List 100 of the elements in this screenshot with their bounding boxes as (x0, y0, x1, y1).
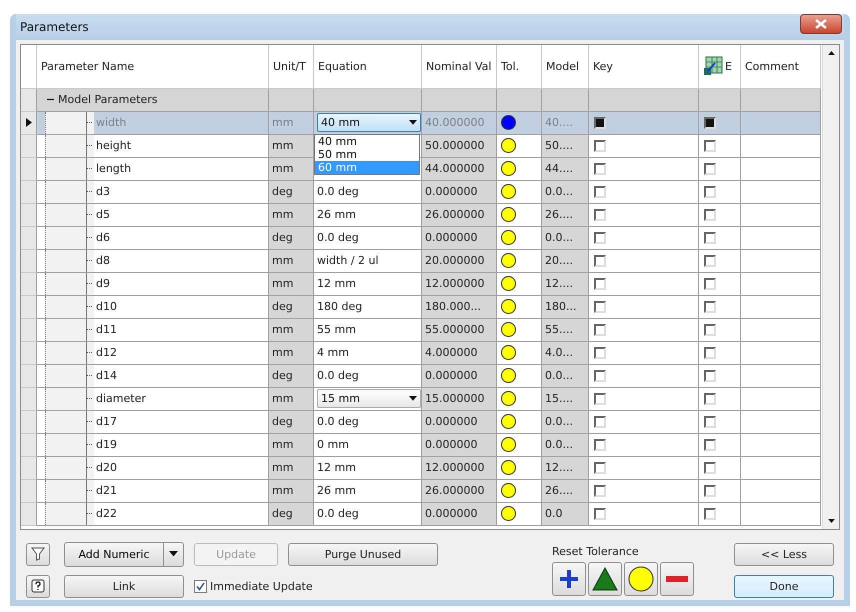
model-value-cell: 44.... (542, 158, 589, 180)
parameter-name-cell[interactable]: d6 (37, 226, 269, 250)
model-value-cell: 26.... (542, 204, 589, 226)
model-value-cell: 50.... (542, 134, 589, 158)
nominal-value-cell: 0.000000 (422, 502, 497, 526)
group-row: Model Parameters (37, 88, 269, 112)
parameter-name-cell[interactable]: length (37, 158, 269, 180)
add-numeric-label[interactable]: Add Numeric (65, 542, 163, 566)
parameter-name-cell[interactable]: d17 (37, 410, 269, 434)
nominal-value-cell: 12.000000 (422, 272, 497, 296)
nominal-value-cell: 4.000000 (422, 342, 497, 364)
equation-cell[interactable]: 55 mm (314, 318, 422, 342)
unit-cell: mm (269, 388, 314, 410)
unit-cell: deg (269, 180, 314, 204)
parameter-name-cell[interactable]: d11 (37, 318, 269, 342)
unit-cell: mm (269, 456, 314, 480)
equation-cell[interactable]: width / 2 ul (314, 250, 422, 272)
equation-cell[interactable]: 0.0 deg (314, 410, 422, 434)
column-header[interactable]: Tol. (497, 44, 542, 88)
model-value-cell: 26.... (542, 480, 589, 502)
equation-cell[interactable]: 12 mm (314, 456, 422, 480)
model-value-cell: 0.0... (542, 180, 589, 204)
equation-cell[interactable]: 0 mm (314, 434, 422, 456)
nominal-value-cell: 0.000000 (422, 434, 497, 456)
nominal-value-cell: 15.000000 (422, 388, 497, 410)
nominal-value-cell: 0.000000 (422, 410, 497, 434)
nominal-value-cell: 180.000... (422, 296, 497, 318)
unit-cell: mm (269, 480, 314, 502)
nominal-value-cell: 0.000000 (422, 364, 497, 388)
immediate-update-checkbox[interactable]: Immediate Update (194, 580, 438, 592)
model-value-cell: 15.... (542, 388, 589, 410)
model-value-cell: 0.0... (542, 434, 589, 456)
nominal-value-cell: 55.000000 (422, 318, 497, 342)
model-value-cell: 0.0... (542, 410, 589, 434)
equation-cell[interactable]: 4 mm (314, 342, 422, 364)
nominal-value-cell: 40.000000 (422, 112, 497, 134)
unit-cell: deg (269, 296, 314, 318)
nominal-value-cell: 44.000000 (422, 158, 497, 180)
parameter-name-cell[interactable]: d21 (37, 480, 269, 502)
unit-cell: deg (269, 410, 314, 434)
unit-cell: deg (269, 364, 314, 388)
unit-cell: mm (269, 250, 314, 272)
parameter-name-cell[interactable]: diameter (37, 388, 269, 410)
unit-cell: deg (269, 502, 314, 526)
parameter-name-cell[interactable]: d3 (37, 180, 269, 204)
parameter-name-cell[interactable]: height (37, 134, 269, 158)
equation-cell[interactable]: 26 mm (314, 204, 422, 226)
unit-cell: mm (269, 318, 314, 342)
parameter-name-cell[interactable]: d19 (37, 434, 269, 456)
nominal-value-cell: 26.000000 (422, 204, 497, 226)
nominal-value-cell: 50.000000 (422, 134, 497, 158)
column-header[interactable]: Unit/T (269, 44, 314, 88)
equation-cell[interactable]: 0.0 deg (314, 226, 422, 250)
link-button[interactable]: Link (64, 574, 184, 598)
parameter-name-cell[interactable]: d22 (37, 502, 269, 526)
equation-cell[interactable]: 12 mm (314, 272, 422, 296)
parameter-name-cell[interactable]: d9 (37, 272, 269, 296)
parameter-name-cell[interactable]: d12 (37, 342, 269, 364)
equation-cell[interactable]: 0.0 deg (314, 180, 422, 204)
equation-dropdown[interactable]: 40 mm (317, 113, 421, 132)
unit-cell: mm (269, 134, 314, 158)
unit-cell: mm (269, 434, 314, 456)
column-header[interactable]: Comment (741, 44, 821, 88)
unit-cell: mm (269, 112, 314, 134)
model-value-cell: 12.... (542, 272, 589, 296)
model-value-cell: 40.... (542, 112, 589, 134)
equation-cell[interactable]: 0.0 deg (314, 502, 422, 526)
nominal-value-cell: 26.000000 (422, 480, 497, 502)
nominal-value-cell: 20.000000 (422, 250, 497, 272)
unit-cell: mm (269, 204, 314, 226)
column-header[interactable]: Parameter Name (37, 44, 269, 88)
done-button[interactable]: Done (734, 574, 834, 598)
less-button[interactable]: << Less (734, 542, 834, 566)
model-value-cell: 55.... (542, 318, 589, 342)
equation-cell[interactable]: 0.0 deg (314, 364, 422, 388)
nominal-value-cell: 0.000000 (422, 226, 497, 250)
nominal-value-cell: 0.000000 (422, 180, 497, 204)
equation-dropdown[interactable]: 15 mm (317, 389, 421, 408)
equation-cell[interactable]: 26 mm (314, 480, 422, 502)
nominal-value-cell: 12.000000 (422, 456, 497, 480)
window-title: Parameters (20, 20, 89, 34)
add-numeric-button[interactable]: Add Numeric (64, 542, 184, 566)
parameter-name-cell[interactable]: d10 (37, 296, 269, 318)
model-value-cell: 0.0... (542, 226, 589, 250)
parameter-name-cell[interactable]: d20 (37, 456, 269, 480)
unit-cell: mm (269, 272, 314, 296)
unit-cell: deg (269, 226, 314, 250)
parameter-name-cell[interactable]: d8 (37, 250, 269, 272)
column-header[interactable]: Equation (314, 44, 422, 88)
equation-cell[interactable]: 180 deg (314, 296, 422, 318)
column-header[interactable]: E (699, 44, 741, 88)
purge-unused-button[interactable]: Purge Unused (288, 542, 438, 566)
parameter-name-cell[interactable]: d5 (37, 204, 269, 226)
parameter-name-cell[interactable]: d14 (37, 364, 269, 388)
unit-cell: mm (269, 342, 314, 364)
model-value-cell: 0.0 (542, 502, 589, 526)
column-header[interactable]: Model (542, 44, 589, 88)
model-value-cell: 20.... (542, 250, 589, 272)
column-header[interactable]: Key (589, 44, 699, 88)
column-header[interactable]: Nominal Val (422, 44, 497, 88)
